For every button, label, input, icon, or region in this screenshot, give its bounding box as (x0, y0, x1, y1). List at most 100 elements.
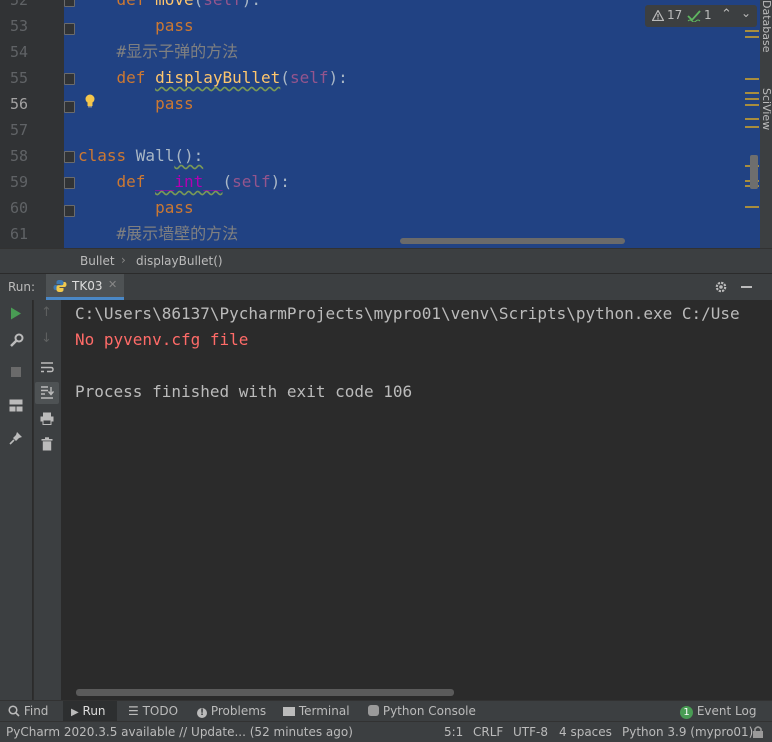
line-separator[interactable]: CRLF (473, 722, 503, 742)
code-line[interactable]: def displayBullet(self): (78, 65, 348, 91)
fold-marker-icon[interactable] (64, 73, 75, 85)
file-encoding[interactable]: UTF-8 (513, 722, 548, 742)
run-tab-tk03[interactable]: TK03 ✕ (46, 274, 124, 300)
fold-marker-icon[interactable] (64, 151, 75, 163)
code-line[interactable]: pass (78, 13, 194, 39)
code-token: self (203, 0, 242, 9)
error-stripe-mark[interactable] (745, 118, 759, 120)
error-stripe-mark[interactable] (745, 92, 759, 94)
breadcrumb-item-class[interactable]: Bullet (80, 254, 115, 268)
editor-vertical-scrollbar[interactable] (750, 155, 758, 189)
print-icon[interactable] (40, 412, 54, 425)
line-number: 58 (9, 147, 28, 165)
code-token: #显示子弹的方法 (116, 42, 239, 61)
code-editor[interactable]: 52535455565758596061 def move(self): pas… (0, 0, 772, 248)
tool-window-run[interactable]: ▶ Run (63, 701, 117, 722)
tool-window-todo[interactable]: ☰ TODO (128, 701, 178, 722)
typo-check-icon (687, 10, 701, 22)
code-line[interactable]: def move(self): (78, 0, 262, 13)
error-stripe-mark[interactable] (745, 36, 759, 38)
error-stripe-mark[interactable] (745, 78, 759, 80)
error-stripe-mark[interactable] (745, 126, 759, 128)
wrench-icon[interactable] (9, 333, 24, 348)
arrow-up-icon[interactable]: ↑ (41, 305, 52, 320)
console-horizontal-scrollbar[interactable] (76, 689, 454, 696)
error-stripe-mark[interactable] (745, 30, 759, 32)
python-interpreter[interactable]: Python 3.9 (mypro01) (622, 722, 753, 742)
run-label: Run: (8, 280, 36, 294)
breadcrumb: Bullet › displayBullet() (0, 248, 772, 273)
code-line[interactable]: def __int__(self): (78, 169, 290, 195)
fold-marker-icon[interactable] (64, 0, 75, 7)
database-tool-tab[interactable]: Database (760, 0, 772, 53)
minimize-icon[interactable] (741, 286, 752, 288)
indent-setting[interactable]: 4 spaces (559, 722, 612, 742)
tool-window-terminal[interactable]: Terminal (283, 701, 350, 722)
scroll-to-end-icon (41, 386, 54, 399)
code-line[interactable]: pass (78, 195, 194, 221)
tool-window-find[interactable]: Find (8, 701, 48, 722)
gear-icon[interactable] (714, 280, 728, 294)
terminal-label: Terminal (298, 704, 350, 718)
rerun-icon[interactable] (10, 307, 22, 320)
fold-end-marker-icon[interactable] (64, 23, 75, 35)
sciview-tool-tab[interactable]: SciView (760, 88, 772, 130)
pin-icon[interactable] (9, 431, 23, 445)
search-icon (8, 705, 20, 717)
warning-icon (652, 10, 664, 21)
line-number: 60 (9, 199, 28, 217)
event-log-badge: 1 (680, 706, 693, 719)
error-stripe-mark[interactable] (745, 104, 759, 106)
run-icon: ▶ (71, 707, 79, 718)
chevron-down-icon[interactable]: ⌄ (741, 6, 751, 20)
tool-window-python-console[interactable]: Python Console (368, 701, 476, 722)
close-icon[interactable]: ✕ (108, 278, 117, 291)
arrow-down-icon[interactable]: ↓ (41, 331, 52, 346)
lock-icon[interactable] (751, 726, 765, 738)
tool-window-event-log[interactable]: 1 Event Log (680, 701, 756, 722)
error-stripe-mark[interactable] (745, 206, 759, 208)
fold-end-marker-icon[interactable] (64, 101, 75, 113)
run-toolbar-secondary: ↑ ↓ (33, 300, 61, 700)
run-tool-label: Run (82, 704, 106, 718)
inspection-widget[interactable]: 17 1 ⌃ ⌄ (645, 5, 757, 27)
code-token: def (116, 68, 156, 87)
chevron-up-icon[interactable]: ⌃ (721, 7, 732, 22)
code-token: def (117, 0, 156, 9)
code-token: pass (155, 94, 194, 113)
problems-icon: ! (197, 708, 207, 718)
code-token: displayBullet (155, 68, 281, 87)
run-console[interactable]: C:\Users\86137\PycharmProjects\mypro01\v… (61, 300, 772, 700)
right-tool-strip: Database SciView (760, 0, 772, 248)
layout-icon[interactable] (9, 399, 23, 412)
intention-bulb-icon[interactable] (84, 94, 96, 108)
code-line[interactable]: class Wall(): (78, 143, 203, 169)
fold-marker-icon[interactable] (64, 177, 75, 189)
status-message[interactable]: PyCharm 2020.3.5 available // Update... … (6, 722, 353, 742)
soft-wrap-icon[interactable] (40, 361, 54, 374)
line-number: 61 (9, 225, 28, 243)
fold-end-marker-icon[interactable] (64, 205, 75, 217)
code-line[interactable]: #展示墙壁的方法 (78, 221, 239, 247)
tool-window-problems[interactable]: ! Problems (197, 701, 266, 722)
code-token: ): (270, 172, 290, 191)
stop-icon[interactable] (11, 367, 21, 377)
caret-position[interactable]: 5:1 (444, 722, 463, 742)
code-line[interactable]: #显示子弹的方法 (78, 39, 239, 65)
error-stripe-mark[interactable] (745, 98, 759, 100)
code-token: move (155, 0, 194, 9)
code-token: ( (222, 172, 233, 191)
code-token: ): (242, 0, 261, 9)
editor-horizontal-scrollbar[interactable] (400, 238, 625, 244)
line-number: 59 (9, 173, 28, 191)
breadcrumb-item-method[interactable]: displayBullet() (136, 254, 223, 268)
code-token: ): (328, 68, 348, 87)
trash-icon[interactable] (41, 437, 53, 451)
code-token: class (78, 146, 136, 165)
